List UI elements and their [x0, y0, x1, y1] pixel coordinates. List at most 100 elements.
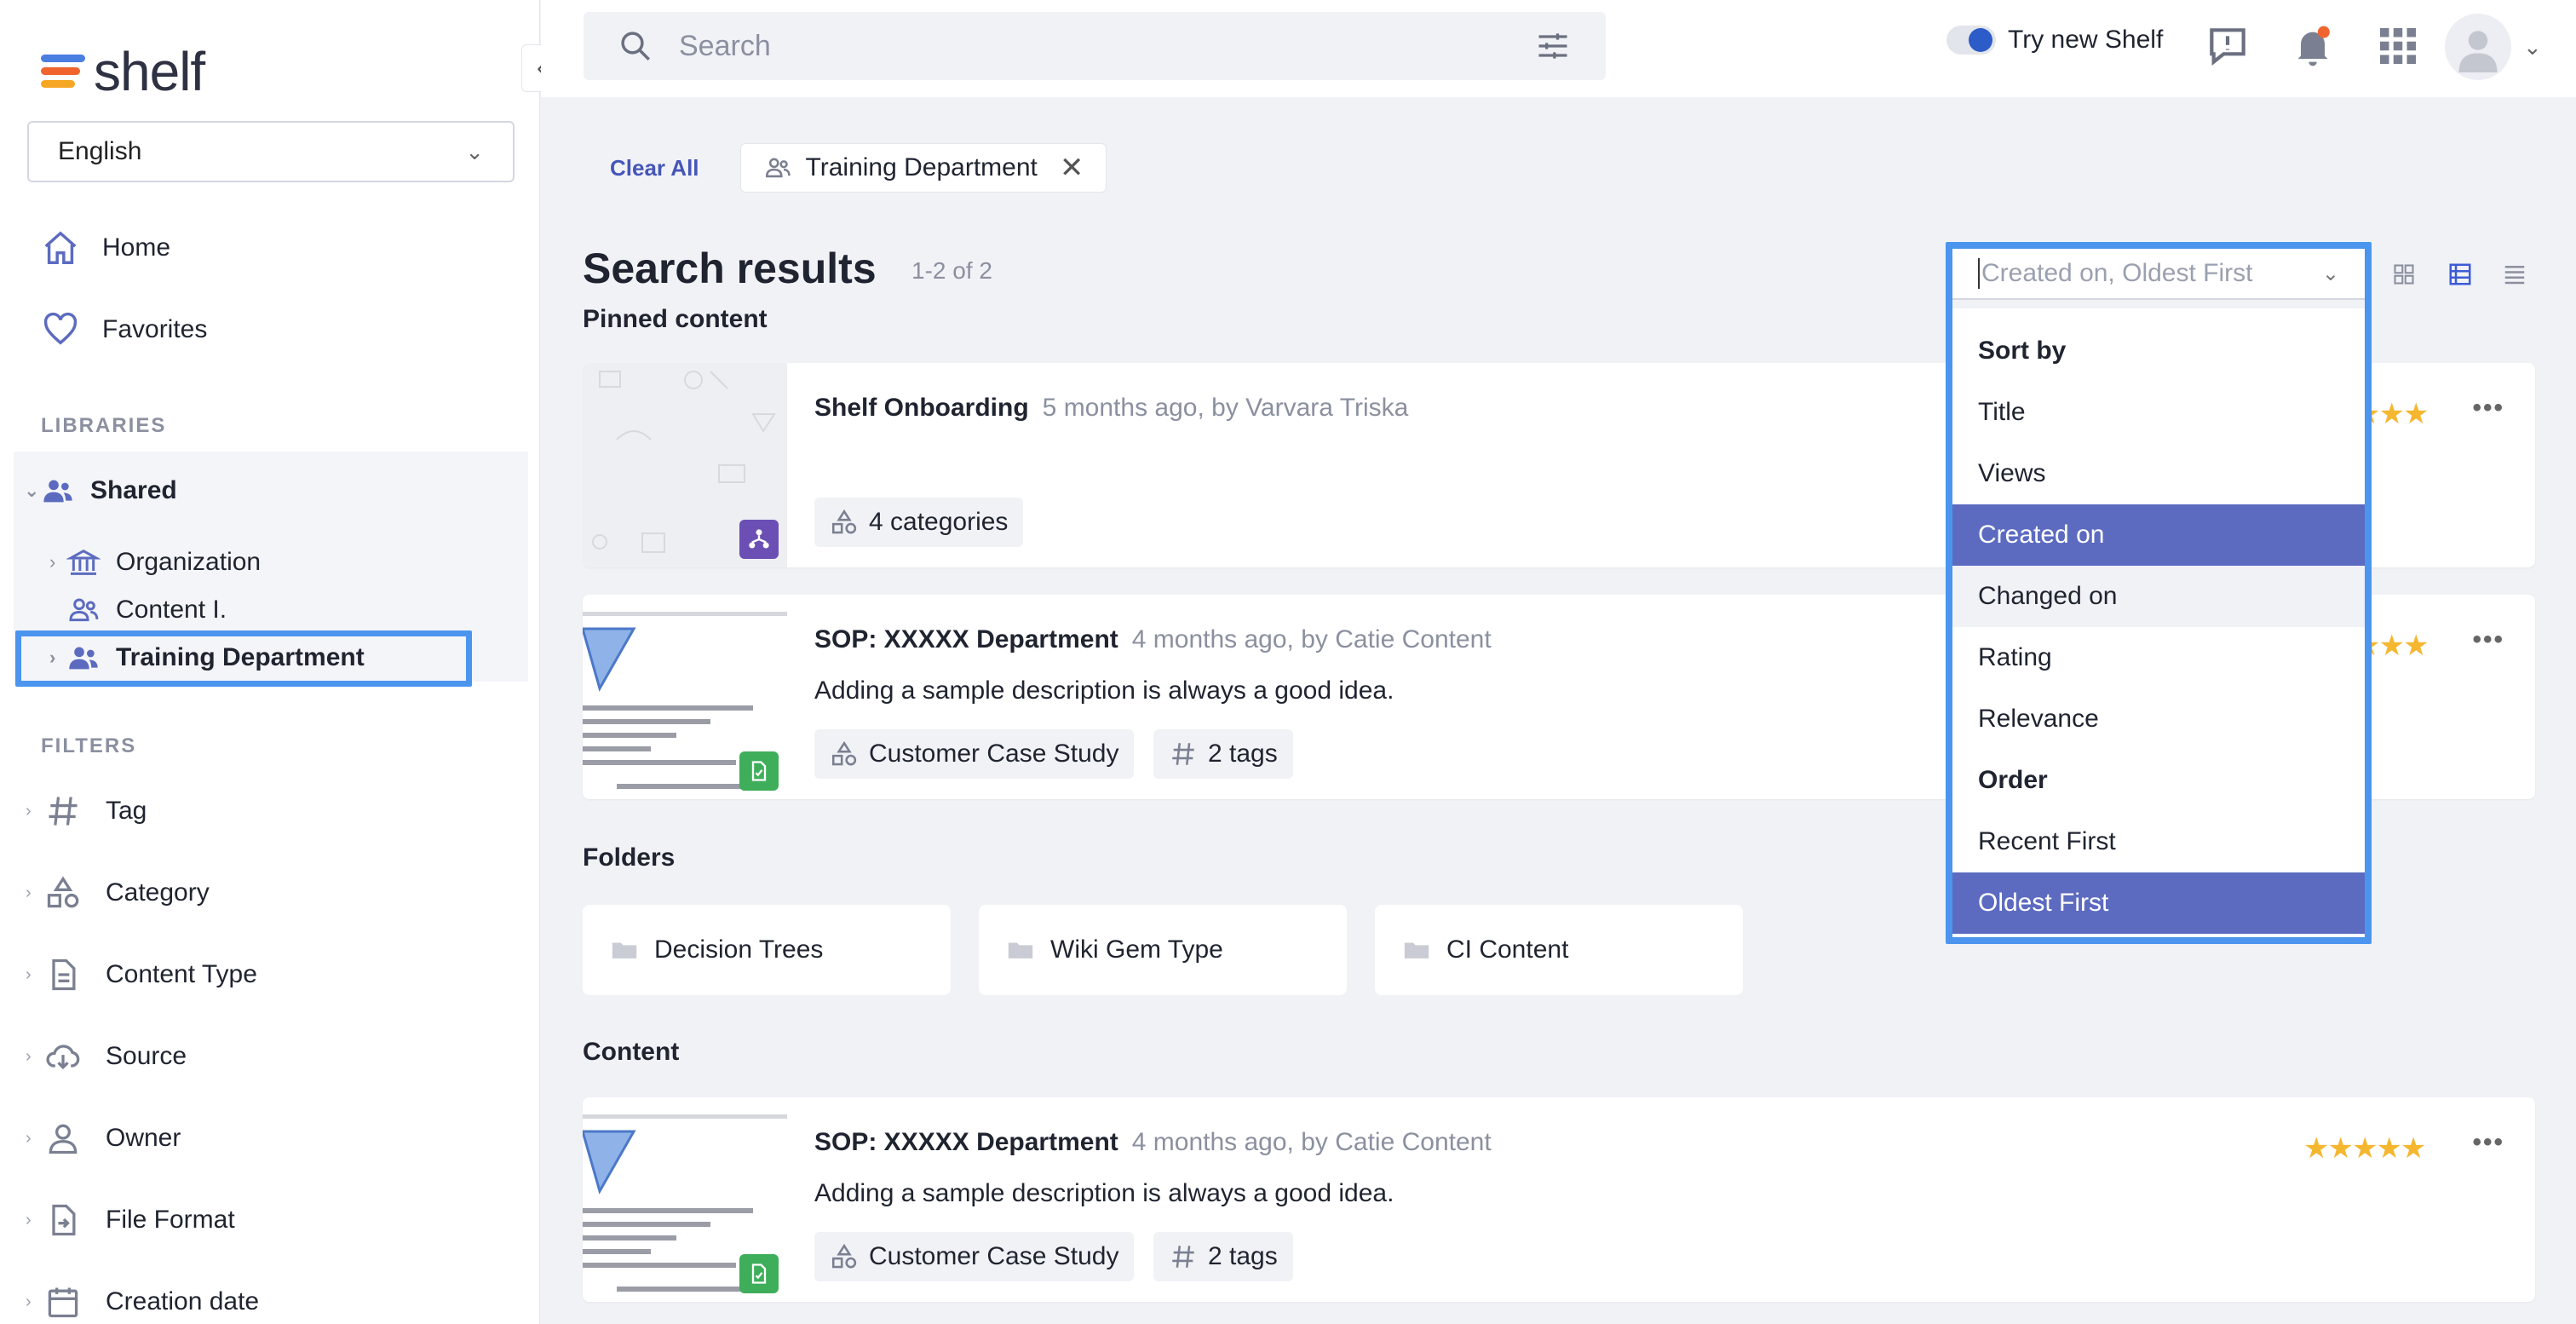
card-meta: 4 months ago, by Catie Content	[1131, 1128, 1492, 1156]
avatar[interactable]	[2445, 14, 2511, 80]
filter-tag-label: Tag	[106, 797, 147, 825]
training-department-highlight	[15, 630, 472, 687]
search-input[interactable]: Search	[584, 12, 1606, 80]
category-pill[interactable]: Customer Case Study	[814, 1232, 1135, 1281]
document-badge-icon	[739, 1254, 779, 1293]
grid-view-icon[interactable]	[2385, 256, 2423, 293]
card-list-view-icon[interactable]	[2441, 256, 2479, 293]
chevron-right-icon: ›	[26, 1210, 32, 1229]
nav-favorites[interactable]: Favorites	[41, 310, 207, 349]
active-filters: Clear All Training Department ✕	[610, 143, 1107, 193]
close-icon[interactable]: ✕	[1060, 151, 1084, 185]
try-new-shelf-label: Try new Shelf	[2008, 26, 2164, 54]
language-select[interactable]: English ⌄	[27, 121, 515, 182]
try-new-shelf-toggle[interactable]: Try new Shelf	[1946, 26, 2163, 55]
filter-category-label: Category	[106, 878, 210, 907]
person-icon	[49, 1124, 78, 1154]
chevron-right-icon: ›	[26, 801, 32, 820]
hashtag-icon	[1172, 1246, 1194, 1268]
categories-pill-label: 4 categories	[869, 508, 1009, 536]
card-title-text[interactable]: SOP: XXXXX Department	[814, 625, 1118, 653]
notifications-icon[interactable]	[2287, 20, 2338, 72]
more-options-icon[interactable]: •••	[2472, 394, 2504, 423]
folder-name: CI Content	[1446, 935, 1569, 964]
card-meta: 5 months ago, by Varvara Triska	[1042, 394, 1409, 422]
card-thumbnail	[583, 363, 787, 567]
filter-chip-label: Training Department	[805, 153, 1038, 181]
bank-icon	[66, 549, 101, 575]
filter-content-type[interactable]: › Content Type	[26, 956, 257, 993]
folder-card[interactable]: Decision Trees	[583, 905, 951, 995]
library-organization[interactable]: › Organization	[49, 545, 261, 579]
card-meta: 4 months ago, by Catie Content	[1131, 625, 1492, 653]
chevron-right-icon: ›	[26, 964, 32, 984]
category-pill-label: Customer Case Study	[869, 1242, 1119, 1270]
filter-file-format[interactable]: › File Format	[26, 1201, 235, 1239]
document-icon	[52, 958, 76, 991]
folder-name: Decision Trees	[654, 935, 824, 964]
sort-dropdown-highlight	[1946, 242, 2372, 944]
filter-source[interactable]: › Source	[26, 1038, 187, 1075]
folder-icon	[1404, 942, 1429, 958]
card-title[interactable]: SOP: XXXXX Department 4 months ago, by Ca…	[814, 625, 1492, 654]
card-description: Adding a sample description is always a …	[814, 1179, 1394, 1207]
chevron-right-icon[interactable]: ›	[49, 551, 66, 573]
user-menu[interactable]: ⌄	[2445, 14, 2542, 80]
categories-pill[interactable]: 4 categories	[814, 498, 1024, 547]
folder-card[interactable]: CI Content	[1375, 905, 1743, 995]
category-shapes-icon	[831, 740, 857, 766]
pinned-content-heading: Pinned content	[583, 305, 768, 333]
filter-tag[interactable]: › Tag	[26, 792, 147, 830]
filter-creation-date-label: Creation date	[106, 1287, 260, 1315]
library-content-i-label: Content I.	[116, 596, 227, 624]
decision-tree-badge-icon	[739, 520, 779, 559]
filters-heading: FILTERS	[41, 734, 137, 757]
nav-home-label: Home	[102, 233, 171, 262]
page-title: Search results	[583, 245, 877, 292]
category-pill-label: Customer Case Study	[869, 740, 1119, 768]
brand-name: shelf	[94, 41, 205, 102]
clear-all-link[interactable]: Clear All	[610, 155, 699, 181]
libraries-heading: LIBRARIES	[41, 414, 167, 437]
folder-icon	[1008, 942, 1033, 958]
card-thumbnail	[583, 1097, 787, 1302]
nav-home[interactable]: Home	[41, 228, 170, 268]
folder-card[interactable]: Wiki Gem Type	[979, 905, 1347, 995]
shelf-logo-icon	[41, 53, 89, 90]
feedback-icon[interactable]	[2202, 20, 2253, 72]
apps-grid-icon[interactable]	[2372, 20, 2424, 72]
filter-category[interactable]: › Category	[26, 874, 210, 912]
card-title[interactable]: Shelf Onboarding 5 months ago, by Varvara…	[814, 394, 1408, 423]
tags-pill[interactable]: 2 tags	[1153, 1232, 1293, 1281]
card-title-text[interactable]: SOP: XXXXX Department	[814, 1128, 1118, 1156]
card-title[interactable]: SOP: XXXXX Department 4 months ago, by Ca…	[814, 1128, 1492, 1157]
chevron-down-icon[interactable]: ⌄	[2523, 34, 2542, 60]
cloud-download-icon	[46, 1045, 80, 1070]
more-options-icon[interactable]: •••	[2472, 625, 2504, 654]
chevron-right-icon: ›	[26, 883, 32, 902]
shelf-logo[interactable]: shelf	[41, 41, 205, 102]
filter-chip-training-department[interactable]: Training Department ✕	[739, 143, 1107, 193]
library-organization-label: Organization	[116, 548, 262, 576]
more-options-icon[interactable]: •••	[2472, 1128, 2504, 1157]
toggle-switch[interactable]	[1946, 26, 1996, 55]
library-shared[interactable]: ⌄ Shared	[24, 474, 177, 508]
filter-owner[interactable]: › Owner	[26, 1120, 181, 1157]
filter-owner-label: Owner	[106, 1124, 181, 1152]
card-description: Adding a sample description is always a …	[814, 676, 1394, 705]
library-content-i[interactable]: Content I.	[66, 593, 227, 627]
category-pill[interactable]: Customer Case Study	[814, 729, 1135, 779]
compact-list-view-icon[interactable]	[2496, 256, 2533, 293]
home-icon	[44, 231, 77, 264]
chevron-down-icon[interactable]: ⌄	[24, 480, 41, 502]
content-card[interactable]: SOP: XXXXX Department 4 months ago, by Ca…	[583, 1097, 2535, 1302]
tags-pill[interactable]: 2 tags	[1153, 729, 1293, 779]
chevron-down-icon: ⌄	[465, 138, 484, 164]
filter-settings-icon[interactable]	[1534, 27, 1572, 65]
sidebar: shelf English ⌄ Home Favorites LIBRARIES…	[0, 0, 540, 1324]
users-outline-icon	[765, 158, 791, 178]
users-outline-icon	[69, 598, 99, 622]
results-count: 1-2 of 2	[911, 257, 992, 284]
card-title-text[interactable]: Shelf Onboarding	[814, 394, 1029, 422]
filter-creation-date[interactable]: › Creation date	[26, 1283, 259, 1321]
